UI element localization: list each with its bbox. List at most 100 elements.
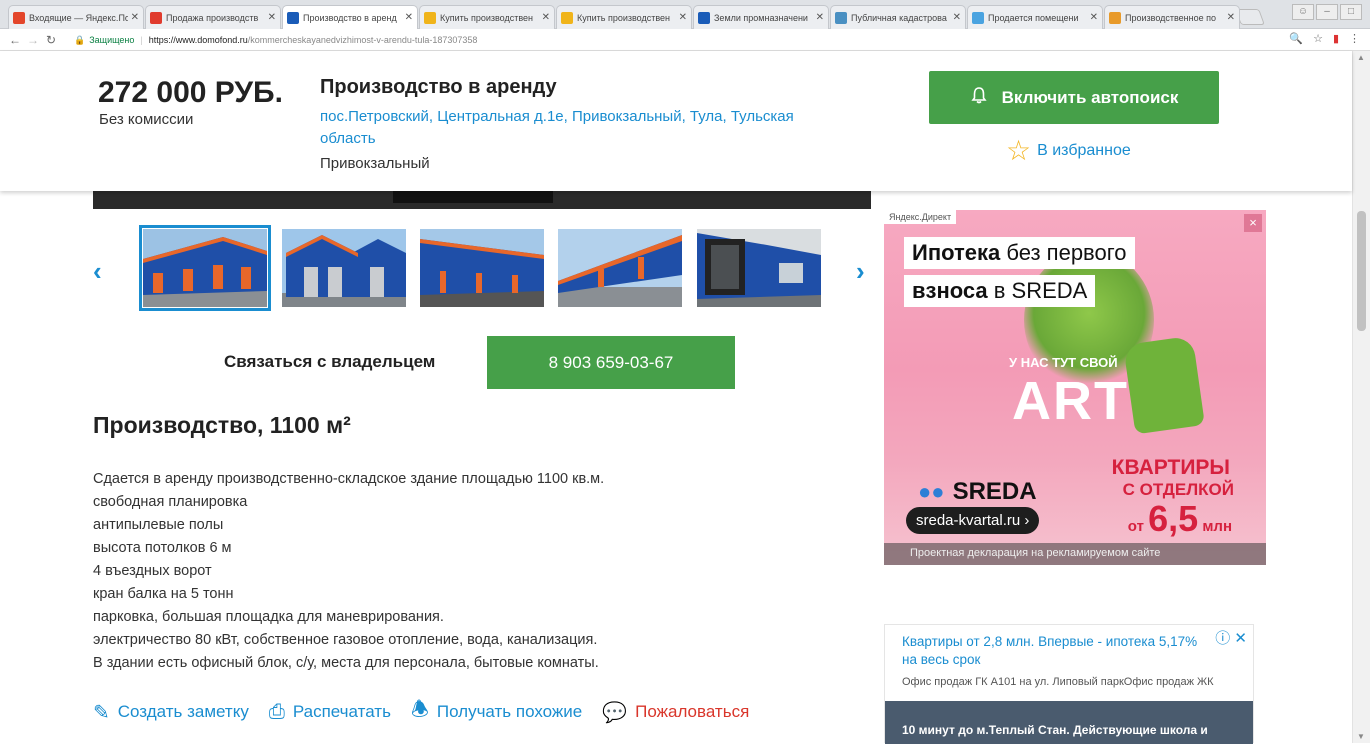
star-icon: ☆ [1006, 135, 1032, 166]
extension-icon[interactable]: ▮ [1333, 32, 1339, 45]
ad-site-button[interactable]: sreda-kvartal.ru › [906, 507, 1040, 534]
create-note-label: Создать заметку [117, 702, 249, 721]
browser-tab-title: Публичная кадастрова [851, 12, 947, 23]
favorite-button[interactable]: ☆ В избранное [1006, 137, 1131, 165]
browser-tab[interactable]: Продается помещени ✕ [967, 5, 1103, 29]
back-icon[interactable]: ← [6, 33, 24, 47]
browser-tab[interactable]: Производственное по ✕ [1104, 5, 1240, 29]
page-scrollbar[interactable]: ▲ ▼ [1352, 51, 1370, 743]
ad-offer-line-2: С ОТДЕЛКОЙ [1122, 480, 1234, 499]
gallery-thumbnail[interactable] [558, 229, 682, 307]
browser-tab-title: Купить производствен [440, 12, 534, 23]
maximize-button[interactable]: □ [1340, 4, 1362, 20]
autosearch-button[interactable]: Включить автопоиск [929, 71, 1219, 124]
ad-hand-image [1123, 335, 1205, 435]
sreda-logo-icon: ●● [918, 479, 945, 504]
property-description: Сдается в аренду производственно-складск… [93, 468, 713, 675]
domofond-icon [287, 11, 299, 24]
gallery-next-arrow-icon[interactable]: › [856, 256, 865, 287]
print-link[interactable]: ⎙ Распечатать [269, 701, 391, 724]
lock-icon: 🔒 [74, 35, 86, 45]
tab-close-icon[interactable]: ✕ [268, 12, 276, 23]
contact-owner-label: Связаться с владельцем [224, 352, 436, 371]
gallery-thumbnail[interactable] [139, 225, 271, 311]
gallery-thumbnail[interactable] [282, 229, 406, 307]
browser-tab[interactable]: Производство в аренд ✕ [282, 5, 418, 29]
browser-tab[interactable]: Земли промназначени ✕ [693, 5, 829, 29]
text-ad[interactable]: Квартиры от 2,8 млн. Впервые - ипотека 5… [884, 624, 1254, 744]
text-ad-teaser-block[interactable]: 10 минут до м.Теплый Стан. Действующие ш… [885, 701, 1253, 744]
ad-tagline: У НАС ТУТ СВОЙ [1009, 355, 1118, 370]
description-line: высота потолков 6 м [93, 540, 232, 556]
mail-icon [13, 11, 25, 24]
browser-tab[interactable]: Публичная кадастрова ✕ [830, 5, 966, 29]
scroll-down-icon[interactable]: ▼ [1357, 732, 1365, 741]
bell-icon [970, 86, 988, 109]
address-bar[interactable]: 🔒 Защищено | https://www.domofond.ru/kom… [74, 32, 1254, 48]
tab-close-icon[interactable]: ✕ [679, 12, 687, 23]
window-controls: ☺ – □ [1292, 4, 1362, 20]
description-line: электричество 80 кВт, собственное газово… [93, 632, 598, 648]
ad-headline-2: взноса в SREDA [904, 275, 1096, 307]
close-icon[interactable]: ✕ [1234, 630, 1247, 647]
ad-brand: ●● SREDA [918, 478, 1037, 505]
browser-tab[interactable]: Продажа производств ✕ [145, 5, 281, 29]
minimize-button[interactable]: – [1316, 4, 1338, 20]
info-icon[interactable]: ⓘ [1215, 630, 1230, 647]
gallery-thumbnail[interactable] [697, 229, 821, 307]
report-label: Пожаловаться [635, 702, 750, 721]
description-line: парковка, большая площадка для маневриро… [93, 609, 444, 625]
url-path: /kommercheskayanedvizhimost-v-arendu-tul… [247, 35, 478, 45]
printer-icon: ⎙ [268, 700, 285, 723]
browser-tab[interactable]: Купить производствен ✕ [556, 5, 692, 29]
listing-address-link[interactable]: пос.Петровский, Центральная д.1е, Привок… [320, 106, 850, 150]
pencil-icon: ✎ [93, 701, 110, 724]
text-ad-title[interactable]: Квартиры от 2,8 млн. Впервые - ипотека 5… [902, 633, 1202, 669]
autosearch-label: Включить автопоиск [1001, 87, 1179, 107]
browser-tab-strip: ☺ – □ Входящие — Яндекс.По ✕ Продажа произ… [0, 0, 1370, 29]
tab-close-icon[interactable]: ✕ [816, 12, 824, 23]
bookmark-star-icon[interactable]: ☆ [1313, 32, 1323, 45]
reload-icon[interactable]: ↻ [42, 33, 60, 47]
favorite-label: В избранное [1037, 142, 1131, 159]
gallery-thumbnail[interactable] [420, 229, 544, 307]
ad-art-text: ART [1012, 371, 1129, 431]
get-similar-link[interactable]: 🕭 Получать похожие [411, 695, 582, 729]
main-photo[interactable] [93, 191, 871, 209]
ad-banner[interactable]: Яндекс.Директ × Ипотека без первого взно… [884, 210, 1266, 565]
scrollbar-thumb[interactable] [1357, 211, 1366, 331]
ad-close-icon[interactable]: × [1244, 214, 1262, 232]
listing-icon [561, 11, 573, 24]
browser-tab[interactable]: Входящие — Яндекс.По ✕ [8, 5, 144, 29]
browser-tab-title: Продается помещени [988, 12, 1079, 23]
create-note-link[interactable]: ✎ Создать заметку [93, 700, 249, 725]
browser-tab-title: Входящие — Яндекс.По [29, 12, 128, 23]
bell-ring-icon: 🕭 [410, 699, 429, 721]
forward-icon[interactable]: → [24, 33, 42, 47]
tab-close-icon[interactable]: ✕ [953, 12, 961, 23]
phone-button[interactable]: 8 903 659-03-67 [487, 336, 735, 389]
zoom-icon[interactable]: 🔍 [1289, 32, 1303, 45]
browser-tab[interactable]: Купить производствен ✕ [419, 5, 555, 29]
menu-icon[interactable]: ⋮ [1349, 32, 1360, 45]
tab-close-icon[interactable]: ✕ [542, 12, 550, 23]
ad-disclaimer: Проектная декларация на рекламируемом са… [884, 543, 1266, 565]
browser-toolbar: ← → ↻ 🔒 Защищено | https://www.domofond.… [0, 29, 1370, 51]
browser-tab-title: Производственное по [1125, 12, 1217, 23]
tab-close-icon[interactable]: ✕ [1090, 12, 1098, 23]
report-link[interactable]: 💬 Пожаловаться [602, 700, 749, 725]
description-line: 4 въездных ворот [93, 563, 212, 579]
user-icon[interactable]: ☺ [1292, 4, 1314, 20]
cadastre-icon [835, 11, 847, 24]
tab-close-icon[interactable]: ✕ [1227, 12, 1235, 23]
text-ad-controls: ⓘ ✕ [1215, 627, 1247, 648]
listing-icon [424, 11, 436, 24]
listing-price: 272 000 РУБ. [98, 76, 283, 109]
tab-close-icon[interactable]: ✕ [405, 12, 413, 23]
ad-source-label: Яндекс.Директ [884, 210, 957, 224]
listing-sticky-header: 272 000 РУБ. Без комиссии Производство в… [0, 51, 1352, 191]
tab-close-icon[interactable]: ✕ [131, 12, 139, 23]
commission-label: Без комиссии [99, 111, 194, 128]
scroll-up-icon[interactable]: ▲ [1357, 53, 1365, 62]
gallery-prev-arrow-icon[interactable]: ‹ [93, 256, 102, 287]
